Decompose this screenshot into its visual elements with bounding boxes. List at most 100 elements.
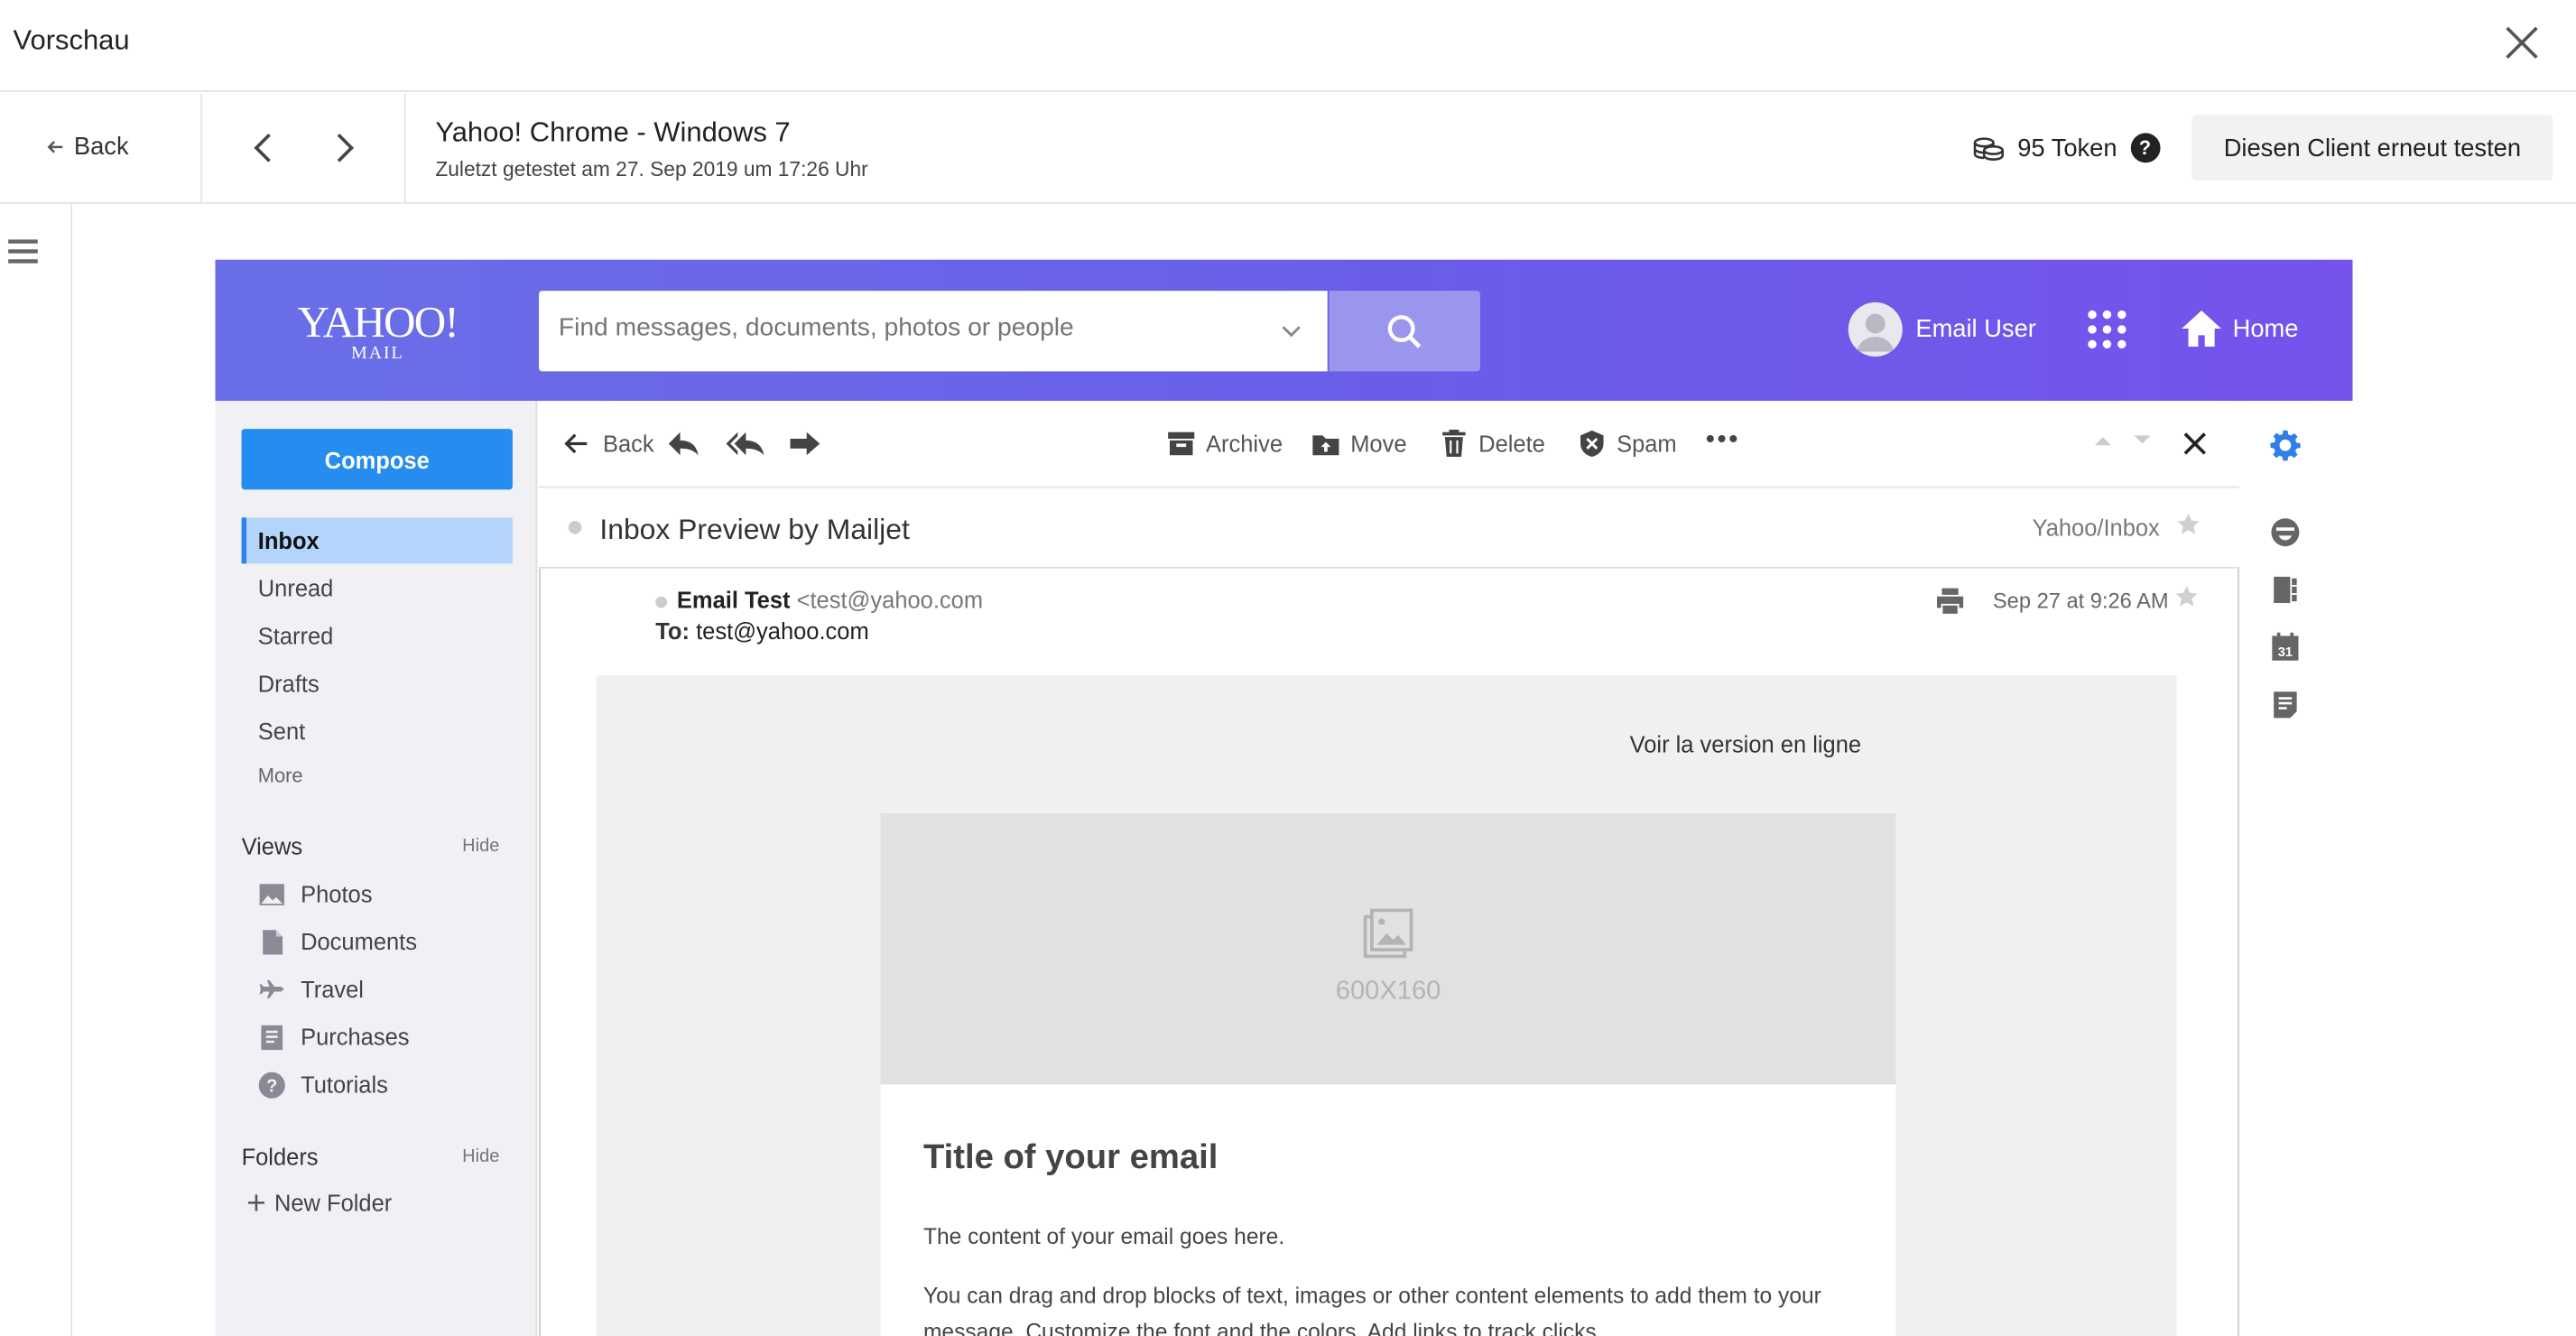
yahoo-mail-logo: YAHOO! MAIL [297,297,459,364]
email-content: Voir la version en ligne 600X160 Title o… [596,675,2177,1336]
view-travel[interactable]: Travel [258,970,364,1009]
emoji-icon[interactable] [2269,516,2302,549]
folder-unread[interactable]: Unread [242,565,513,611]
view-tutorials[interactable]: ? Tutorials [258,1064,388,1104]
previous-message-icon[interactable] [2093,434,2113,448]
email-paragraph: You can drag and drop blocks of text, im… [922,1283,1821,1336]
shield-icon [1577,429,1607,459]
next-client-button[interactable] [325,130,361,166]
search-input[interactable] [558,313,1265,344]
star-icon[interactable] [2177,513,2200,535]
sender-dot [655,596,668,608]
previous-client-button[interactable] [246,130,283,166]
more-actions-icon[interactable] [1705,434,1737,444]
apps-grid-icon[interactable] [2087,309,2128,350]
reply-icon[interactable] [667,429,700,459]
sender-name: Email Test [676,586,791,613]
left-rail [0,203,73,1336]
archive-icon [1166,429,1196,459]
views-section-header: Views Hide [242,833,500,859]
spam-button[interactable]: Spam [1577,429,1677,459]
retest-client-button[interactable]: Diesen Client erneut testen [2191,115,2553,181]
search-icon [1386,313,1422,349]
email-text-block: Title of your email The content of your … [880,1084,1896,1336]
message-subject: Inbox Preview by Mailjet [599,512,910,546]
back-button[interactable]: Back [46,133,129,161]
printer-icon[interactable] [1935,587,1965,617]
folder-starred[interactable]: Starred [242,613,513,659]
message-back-button[interactable]: Back [563,429,654,459]
new-folder-button[interactable]: New Folder [247,1190,392,1216]
home-icon [2180,307,2222,349]
contacts-icon[interactable] [2269,573,2302,606]
delete-button[interactable]: Delete [1439,429,1545,459]
folders-title: Folders [241,1143,319,1170]
chevron-down-icon[interactable] [1280,319,1302,341]
client-bar: Back Yahoo! Chrome - Windows 7 Zuletzt g… [0,93,2576,204]
client-name: Yahoo! Chrome - Windows 7 [435,116,791,148]
compose-button[interactable]: Compose [241,429,513,490]
recipient-address: test@yahoo.com [696,617,869,645]
message-date: Sep 27 at 9:26 AM [1992,588,2169,613]
receipt-icon [258,1023,286,1051]
more-folders-link[interactable]: More [242,753,513,799]
folder-drafts[interactable]: Drafts [242,661,513,707]
image-placeholder: 600X160 [880,812,1896,1085]
last-tested-date: Zuletzt getestet am 27. Sep 2019 um 17:2… [435,157,868,181]
view-online-link[interactable]: Voir la version en ligne [1630,731,1861,757]
menu-icon[interactable] [8,237,38,266]
plus-icon [247,1194,265,1211]
recipient-line: To: test@yahoo.com [655,617,868,644]
reply-all-icon[interactable] [726,429,766,459]
view-purchases[interactable]: Purchases [258,1017,410,1057]
hide-views-link[interactable]: Hide [462,836,499,856]
email-title: Title of your email [922,1138,1219,1177]
preview-header: Vorschau [0,0,2576,92]
message-subject-row: Inbox Preview by Mailjet Yahoo/Inbox [539,489,2239,569]
notepad-icon[interactable] [2269,689,2302,721]
move-button[interactable]: Move [1311,429,1407,459]
view-photos[interactable]: Photos [258,874,372,914]
settings-gear-icon[interactable] [2269,429,2302,461]
view-documents[interactable]: Documents [258,922,417,961]
user-name: Email User [1915,315,2036,344]
folder-inbox[interactable]: Inbox [241,517,513,564]
to-label: To: [655,617,690,645]
token-count: 95 Token ? [1973,133,2160,163]
arrow-left-icon [563,429,593,459]
folder-move-icon [1311,429,1341,459]
search-box [539,291,1328,372]
message-toolbar: Back Archive Move Delete Spam [539,401,2239,488]
forward-icon[interactable] [789,429,821,459]
message-star-icon[interactable] [2175,585,2198,608]
unread-dot [568,521,582,534]
user-menu[interactable]: Email User [1848,302,2036,357]
views-title: Views [241,832,303,859]
hide-folders-link[interactable]: Hide [462,1146,499,1166]
folder-sent[interactable]: Sent [242,709,513,755]
trash-icon [1439,429,1469,459]
help-icon[interactable]: ? [2130,133,2160,163]
image-size-label: 600X160 [1335,978,1441,1006]
right-rail: 31 [2240,401,2353,1336]
home-link[interactable]: Home [2180,307,2298,349]
question-icon: ? [258,1071,286,1099]
calendar-icon[interactable]: 31 [2269,631,2302,663]
folder-path: Yahoo/Inbox [2032,514,2160,541]
airplane-icon [258,975,286,1003]
email-client-preview: YAHOO! MAIL Email User [215,259,2353,1336]
home-label: Home [2232,314,2299,343]
close-icon[interactable] [2500,22,2543,64]
document-icon [258,928,286,956]
back-label: Back [73,133,129,162]
message-body: Email Test <test@yahoo.com To: test@yaho… [539,568,2239,1336]
sender-line: Email Test <test@yahoo.com [655,587,983,613]
divider [200,93,202,204]
archive-button[interactable]: Archive [1166,429,1283,459]
close-message-icon[interactable] [2182,431,2208,457]
svg-text:31: 31 [2278,645,2293,660]
divider [403,93,406,204]
token-label: 95 Token [2017,134,2117,162]
search-button[interactable] [1329,291,1481,372]
next-message-icon[interactable] [2133,434,2153,448]
